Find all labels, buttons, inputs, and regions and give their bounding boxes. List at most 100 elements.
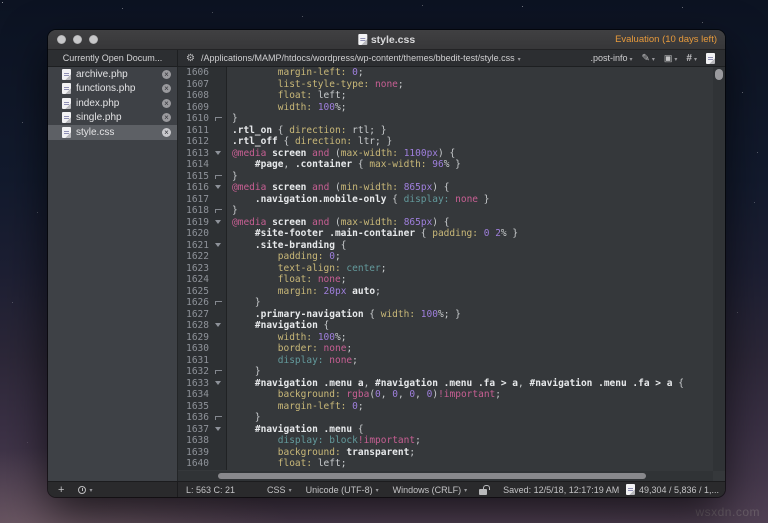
code-line[interactable]: 1625 margin: 20px auto; — [178, 286, 713, 298]
fold-marker[interactable] — [212, 366, 227, 378]
gutter-cell — [212, 332, 227, 344]
code-line[interactable]: 1606 margin-left: 0; — [178, 67, 713, 79]
code-line[interactable]: 1629 width: 100%; — [178, 332, 713, 344]
close-file-icon[interactable]: × — [162, 113, 171, 122]
code-line[interactable]: 1636 } — [178, 412, 713, 424]
code-line[interactable]: 1609 width: 100%; — [178, 102, 713, 114]
code-line[interactable]: 1627 .primary-navigation { width: 100%; … — [178, 309, 713, 321]
sidebar-file-item[interactable]: single.php × — [48, 111, 177, 126]
counter-menu[interactable]: # ▾ — [686, 53, 697, 64]
code-line[interactable]: 1637 #navigation .menu { — [178, 424, 713, 436]
horizontal-scrollbar-thumb[interactable] — [218, 473, 646, 479]
file-path-menu[interactable]: /Applications/MAMP/htdocs/wordpress/wp-c… — [201, 53, 521, 63]
fold-marker[interactable] — [212, 205, 227, 217]
gutter-cell — [212, 355, 227, 367]
line-endings-popup[interactable]: Windows (CRLF) ▾ — [393, 485, 468, 495]
fold-marker[interactable] — [212, 378, 227, 390]
sidebar-file-item[interactable]: functions.php× — [48, 82, 177, 97]
fold-marker[interactable] — [212, 171, 227, 183]
window-controls — [57, 35, 98, 44]
language-popup[interactable]: CSS ▾ — [267, 485, 292, 495]
gear-icon[interactable]: ⚙ — [186, 53, 195, 64]
code-line[interactable]: 1613@media screen and (max-width: 1100px… — [178, 148, 713, 160]
code-lines[interactable]: 1606 margin-left: 0;1607 list-style-type… — [178, 67, 713, 471]
cursor-position: L: 563 C: 21 — [186, 485, 235, 495]
code-line[interactable]: 1640 float: left; — [178, 458, 713, 470]
code-line[interactable]: 1610} — [178, 113, 713, 125]
fold-marker[interactable] — [212, 320, 227, 332]
code-line[interactable]: 1633 #navigation .menu a, #navigation .m… — [178, 378, 713, 390]
sidebar-file-item[interactable]: index.php× — [48, 96, 177, 111]
code-line[interactable]: 1621 .site-branding { — [178, 240, 713, 252]
code-line[interactable]: 1628 #navigation { — [178, 320, 713, 332]
fold-marker[interactable] — [212, 182, 227, 194]
close-file-icon[interactable]: × — [162, 99, 171, 108]
code-line[interactable]: 1623 text-align: center; — [178, 263, 713, 275]
function-popup[interactable]: .post-info ▾ — [590, 53, 632, 63]
code-line[interactable]: 1619@media screen and (max-width: 865px)… — [178, 217, 713, 229]
fold-marker[interactable] — [212, 217, 227, 229]
code-text: float: none; — [227, 274, 346, 286]
close-file-icon[interactable]: × — [162, 84, 171, 93]
fold-marker[interactable] — [212, 297, 227, 309]
code-line[interactable]: 1607 list-style-type: none; — [178, 79, 713, 91]
code-editor[interactable]: 1606 margin-left: 0;1607 list-style-type… — [178, 67, 725, 481]
code-line[interactable]: 1622 padding: 0; — [178, 251, 713, 263]
code-line[interactable]: 1632 } — [178, 366, 713, 378]
line-number: 1611 — [178, 125, 212, 137]
markers-menu[interactable]: ✎ ▾ — [641, 53, 654, 64]
code-line[interactable]: 1620 #site-footer .main-container { padd… — [178, 228, 713, 240]
code-text: #page, .container { max-width: 96% } — [227, 159, 461, 171]
lock-icon[interactable] — [479, 485, 487, 495]
fold-marker[interactable] — [212, 240, 227, 252]
chevron-down-icon: ▾ — [652, 56, 655, 63]
titlebar: style.css Evaluation (10 days left) — [48, 30, 725, 50]
code-line[interactable]: 1639 background: transparent; — [178, 447, 713, 459]
line-number: 1636 — [178, 412, 212, 424]
stack-icon: ▣ — [664, 53, 673, 64]
line-number: 1626 — [178, 297, 212, 309]
documents-menu[interactable]: ▣ ▾ — [664, 53, 678, 64]
add-document-button[interactable]: + — [58, 484, 64, 496]
code-line[interactable]: 1638 display: block!important; — [178, 435, 713, 447]
code-line[interactable]: 1614 #page, .container { max-width: 96% … — [178, 159, 713, 171]
code-line[interactable]: 1635 margin-left: 0; — [178, 401, 713, 413]
code-line[interactable]: 1626 } — [178, 297, 713, 309]
recent-documents-menu[interactable]: ▾ — [78, 486, 92, 494]
code-line[interactable]: 1616@media screen and (min-width: 865px)… — [178, 182, 713, 194]
line-number: 1637 — [178, 424, 212, 436]
vertical-scrollbar[interactable] — [713, 67, 725, 471]
sidebar-file-item[interactable]: style.css× — [48, 125, 177, 140]
new-document-icon[interactable] — [706, 53, 715, 64]
code-text: margin-left: 0; — [227, 67, 364, 79]
close-file-icon[interactable]: × — [162, 70, 171, 79]
minimize-window-button[interactable] — [73, 35, 82, 44]
close-window-button[interactable] — [57, 35, 66, 44]
horizontal-scrollbar[interactable] — [178, 471, 713, 481]
code-line[interactable]: 1618} — [178, 205, 713, 217]
status-left-group: + ▾ — [48, 482, 178, 497]
code-line[interactable]: 1612.rtl_off { direction: ltr; } — [178, 136, 713, 148]
zoom-window-button[interactable] — [89, 35, 98, 44]
code-line[interactable]: 1617 .navigation.mobile-only { display: … — [178, 194, 713, 206]
sidebar-file-item[interactable]: archive.php× — [48, 67, 177, 82]
fold-marker[interactable] — [212, 113, 227, 125]
encoding-popup[interactable]: Unicode (UTF-8) ▾ — [306, 485, 379, 495]
file-name: single.php — [76, 112, 157, 123]
sidebar-header-menu[interactable]: Currently Open Docum... — [48, 50, 178, 66]
code-text: .primary-navigation { width: 100%; } — [227, 309, 461, 321]
code-line[interactable]: 1624 float: none; — [178, 274, 713, 286]
code-line[interactable]: 1615} — [178, 171, 713, 183]
fold-marker[interactable] — [212, 412, 227, 424]
fold-marker[interactable] — [212, 148, 227, 160]
code-line[interactable]: 1631 display: none; — [178, 355, 713, 367]
close-file-icon[interactable]: × — [162, 128, 171, 137]
line-number: 1635 — [178, 401, 212, 413]
code-line[interactable]: 1634 background: rgba(0, 0, 0, 0)!import… — [178, 389, 713, 401]
vertical-scrollbar-thumb[interactable] — [715, 69, 723, 80]
code-line[interactable]: 1608 float: left; — [178, 90, 713, 102]
code-line[interactable]: 1611.rtl_on { direction: rtl; } — [178, 125, 713, 137]
code-text: padding: 0; — [227, 251, 341, 263]
fold-marker[interactable] — [212, 424, 227, 436]
code-line[interactable]: 1630 border: none; — [178, 343, 713, 355]
